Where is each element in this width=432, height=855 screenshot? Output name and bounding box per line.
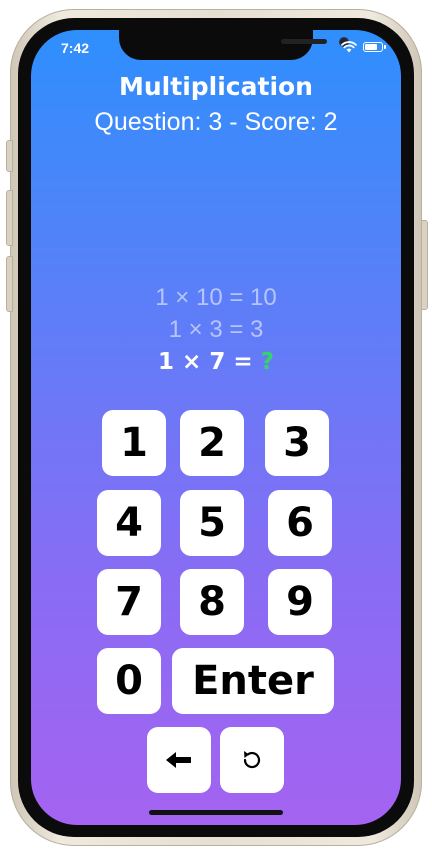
silent-switch xyxy=(6,140,13,172)
answer-placeholder: ? xyxy=(260,349,274,375)
reset-icon xyxy=(243,751,261,769)
earpiece-speaker xyxy=(281,39,327,44)
battery-icon xyxy=(363,42,386,52)
backspace-button[interactable] xyxy=(147,727,211,793)
notch xyxy=(119,30,349,60)
key-9-button[interactable]: 9 xyxy=(268,569,332,635)
key-6-button[interactable]: 6 xyxy=(268,490,332,556)
power-button xyxy=(421,220,428,310)
key-7-button[interactable]: 7 xyxy=(97,569,161,635)
status-time: 7:42 xyxy=(61,40,90,56)
key-4-button[interactable]: 4 xyxy=(97,490,161,556)
home-indicator[interactable] xyxy=(149,810,283,815)
left-arrow-icon xyxy=(166,752,191,768)
key-3-button[interactable]: 3 xyxy=(265,410,329,476)
current-question: 1 × 7 =? xyxy=(31,349,401,375)
key-8-button[interactable]: 8 xyxy=(180,569,244,635)
volume-down-button xyxy=(6,256,13,312)
question-prompt: 1 × 7 = xyxy=(158,349,253,375)
app-screen: 7:42 Multiplication Question: 3 - Score:… xyxy=(31,30,401,825)
key-0-button[interactable]: 0 xyxy=(97,648,161,714)
enter-button[interactable]: Enter xyxy=(172,648,334,714)
history-item: 1 × 10 = 10 xyxy=(155,284,277,311)
key-1-button[interactable]: 1 xyxy=(102,410,166,476)
page-title: Multiplication xyxy=(119,72,313,101)
volume-up-button xyxy=(6,190,13,246)
key-5-button[interactable]: 5 xyxy=(180,490,244,556)
status-icons xyxy=(341,41,386,53)
history-item: 1 × 3 = 3 xyxy=(168,316,264,343)
wifi-icon xyxy=(341,41,357,53)
key-2-button[interactable]: 2 xyxy=(180,410,244,476)
question-score-status: Question: 3 - Score: 2 xyxy=(94,108,338,136)
reset-button[interactable] xyxy=(220,727,284,793)
